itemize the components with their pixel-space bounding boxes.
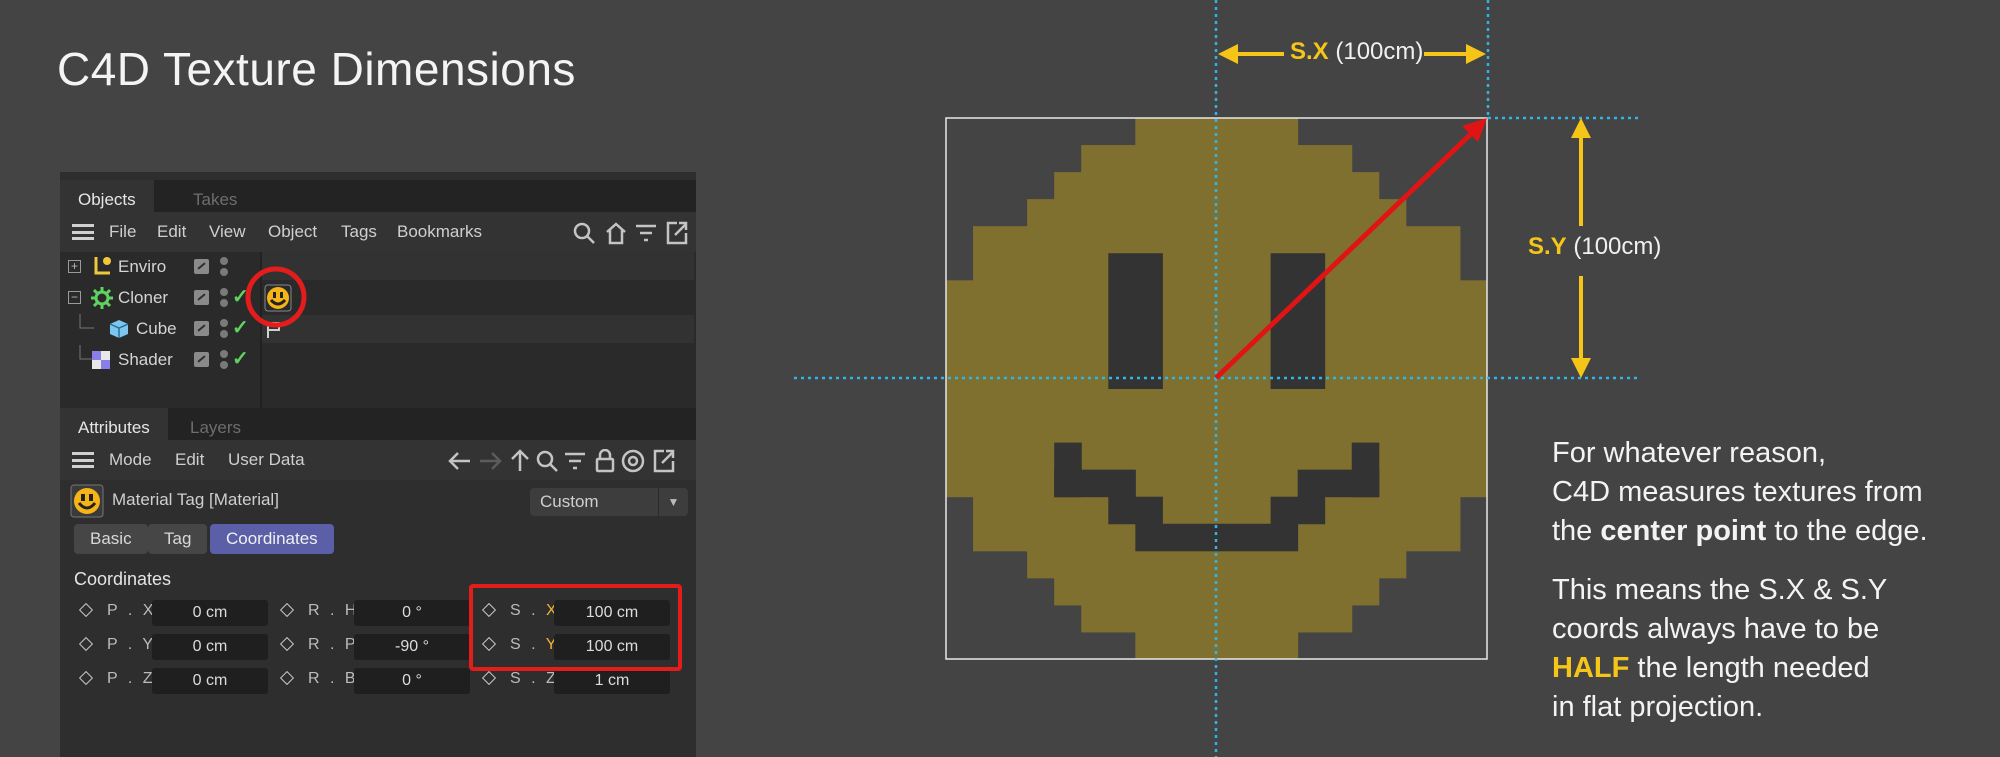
sx-label: S.X (100cm) <box>1290 38 1424 65</box>
smiley-feature <box>1270 496 1326 525</box>
sy-label: S.Y (100cm) <box>1528 233 1662 260</box>
explanation-paragraph-1: For whatever reason, C4D measures textur… <box>1552 437 1928 547</box>
smiley-feature <box>1108 253 1163 389</box>
smiley-feature <box>1108 496 1163 525</box>
smiley-feature <box>1054 469 1136 498</box>
explanation-paragraph-2: This means the S.X & S.Y coords always h… <box>1552 574 1888 723</box>
smiley-feature <box>1297 469 1380 498</box>
